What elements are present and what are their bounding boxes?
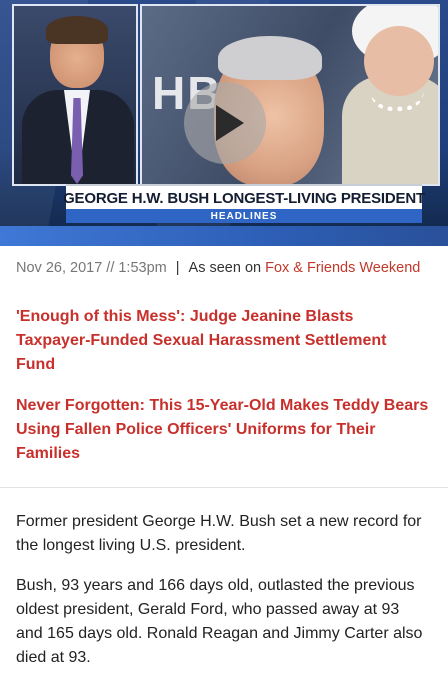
article-meta: Nov 26, 2017 // 1:53pm | As seen on Fox … xyxy=(16,260,420,276)
show-link[interactable]: Fox & Friends Weekend xyxy=(265,260,420,276)
president-hair xyxy=(218,36,322,80)
related-article-link[interactable]: Never Forgotten: This 15-Year-Old Makes … xyxy=(16,394,430,466)
play-icon[interactable] xyxy=(184,82,266,164)
lower-third-banner: GEORGE H.W. BUSH LONGEST-LIVING PRESIDEN… xyxy=(63,184,425,210)
video-bottom-strip xyxy=(0,226,448,246)
meta-separator: | xyxy=(175,260,180,276)
article-paragraph: Former president George H.W. Bush set a … xyxy=(16,513,422,554)
woman-face xyxy=(364,26,434,96)
video-headline: GEORGE H.W. BUSH LONGEST-LIVING PRESIDEN… xyxy=(63,189,425,207)
seen-on-label: As seen on xyxy=(188,260,262,276)
article-paragraph: Bush, 93 years and 166 days old, outlast… xyxy=(16,577,423,666)
video-player[interactable]: HBO GEORGE H.W. BUSH LONGEST-LIVING PRES… xyxy=(0,0,448,246)
anchor-video-panel xyxy=(12,4,138,186)
section-divider xyxy=(0,487,448,488)
segment-label-bar: HEADLINES xyxy=(66,209,422,223)
publish-date: Nov 26, 2017 // 1:53pm xyxy=(16,260,167,276)
segment-label: HEADLINES xyxy=(210,210,278,222)
president-video-panel: HBO xyxy=(140,4,440,186)
anchor-hair xyxy=(46,16,108,44)
related-article-link[interactable]: 'Enough of this Mess': Judge Jeanine Bla… xyxy=(16,305,430,377)
